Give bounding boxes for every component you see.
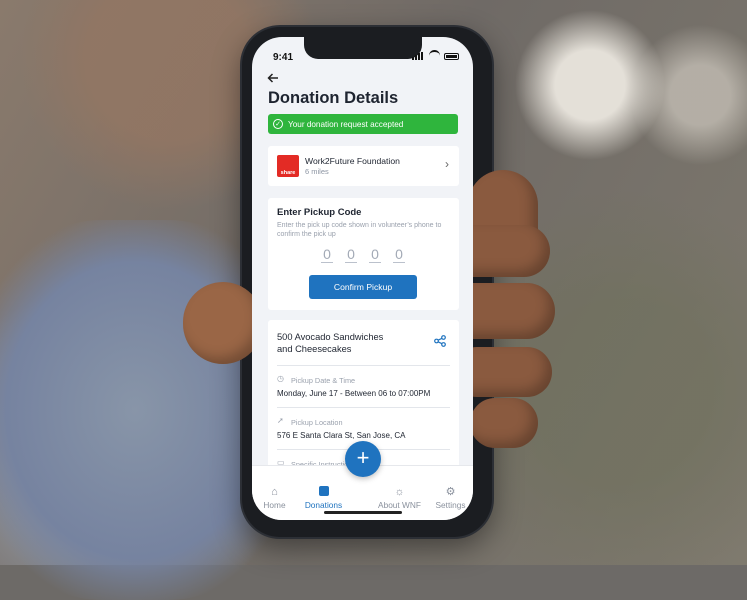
donation-title-line: and Cheesecakes [277, 344, 352, 354]
code-digit[interactable]: 0 [321, 246, 333, 263]
pickup-code-input[interactable]: 0 0 0 0 [321, 246, 405, 263]
thumb [183, 282, 263, 364]
confirm-pickup-button[interactable]: Confirm Pickup [309, 275, 417, 299]
code-digit[interactable]: 0 [369, 246, 381, 263]
field-value: 576 E Santa Clara St, San Jose, CA [277, 431, 406, 440]
donations-icon [301, 486, 346, 498]
arrow-left-icon [267, 73, 278, 83]
organization-name: Work2Future Foundation [305, 156, 400, 166]
sun-icon: ☼ [394, 486, 405, 498]
tab-about[interactable]: ☼ About WNF [377, 486, 422, 510]
tab-settings[interactable]: ⚙ Settings [428, 486, 473, 510]
add-donation-button[interactable]: + [345, 441, 381, 477]
field-value: Monday, June 17 - Between 06 to 07:00PM [277, 389, 431, 398]
bottom-tab-bar: + ⌂ Home Donations ☼ About WNF ⚙ Setting… [252, 441, 473, 520]
banner-text: Your donation request accepted [288, 119, 404, 129]
phone-screen: 9:41 Donation Details ✓ Your donation re… [252, 37, 473, 520]
divider [277, 365, 450, 366]
divider [277, 407, 450, 408]
success-banner: ✓ Your donation request accepted [268, 114, 458, 134]
check-circle-icon: ✓ [273, 119, 283, 129]
share-icon[interactable] [434, 335, 446, 347]
tab-label: Settings [435, 500, 466, 510]
home-indicator [324, 511, 402, 514]
page-title: Donation Details [268, 89, 399, 107]
tab-label: About WNF [378, 500, 421, 510]
donation-title-line: 500 Avocado Sandwiches [277, 332, 384, 342]
field-label: Pickup Date & Time [291, 376, 356, 385]
battery-icon [444, 53, 459, 60]
location-arrow-icon: ➚ [277, 416, 284, 425]
clock-icon: ◷ [277, 374, 284, 383]
tab-home[interactable]: ⌂ Home [252, 486, 297, 510]
code-digit[interactable]: 0 [393, 246, 405, 263]
notch [304, 37, 422, 59]
pickup-title: Enter Pickup Code [277, 207, 362, 218]
code-digit[interactable]: 0 [345, 246, 357, 263]
organization-card[interactable]: share Work2Future Foundation 6 miles › [268, 146, 459, 186]
signal-icon [412, 52, 423, 60]
wifi-icon [429, 50, 440, 60]
pickup-description: Enter the pick up code shown in voluntee… [277, 222, 442, 238]
status-time: 9:41 [273, 52, 294, 63]
chevron-right-icon: › [445, 157, 449, 171]
field-label: Pickup Location [291, 418, 343, 427]
tab-label: Home [263, 500, 286, 510]
pickup-code-card: Enter Pickup Code Enter the pick up code… [268, 198, 459, 310]
back-button[interactable] [267, 71, 279, 89]
finger [470, 398, 538, 448]
tab-label: Donations [304, 500, 343, 510]
gear-icon: ⚙ [445, 486, 456, 498]
logo-text: share [280, 170, 296, 176]
donation-title: 500 Avocado Sandwiches and Cheesecakes [277, 331, 383, 355]
share-logo: share [277, 155, 299, 177]
status-icons [412, 50, 459, 60]
tab-donations[interactable]: Donations [301, 486, 346, 510]
organization-distance: 6 miles [305, 167, 329, 176]
home-icon: ⌂ [271, 486, 278, 498]
